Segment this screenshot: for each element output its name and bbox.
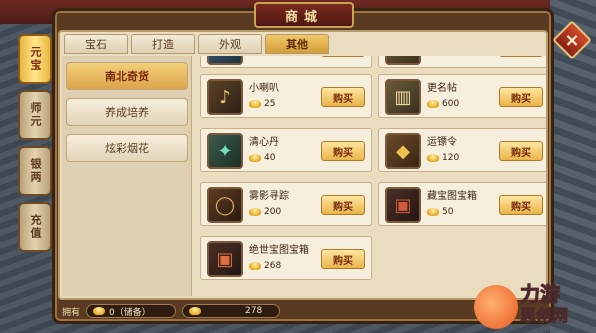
item-card: ▤ 购买 [378,56,546,68]
item-card: ▣ 藏宝图宝箱 50 购买 [378,182,546,226]
item-price: 120 [427,153,459,163]
scroll-icon: ✉ [207,56,243,65]
item-card: ▥ 更名帖 600 购买 [378,74,546,118]
tab-appearance[interactable]: 外观 [198,34,262,54]
gold-ingot-icon [427,154,439,162]
owned-value: 0（储备） [109,307,151,318]
side-tab-chongzhi[interactable]: 充值 [18,202,52,252]
owned-amount: 0（储备） [86,304,177,318]
ring-icon: ◯ [207,187,243,223]
shop-title: 商城 [254,2,354,28]
buy-button[interactable]: 购买 [499,141,543,161]
gold-ingot-icon [427,100,439,108]
item-card: ✉ 购买 [200,56,372,68]
item-name: 小喇叭 [249,83,279,94]
item-name: 运镖令 [427,137,457,148]
category-fireworks[interactable]: 炫彩烟花 [66,134,188,162]
buy-button[interactable]: 购买 [321,87,365,107]
rename-scroll-icon: ▥ [385,79,421,115]
item-card: ♪ 小喇叭 25 购买 [200,74,372,118]
category-cultivation[interactable]: 养成培养 [66,98,188,126]
horn-icon: ♪ [207,79,243,115]
item-price: 268 [249,261,281,271]
watermark: 力游 思创网 [474,279,594,331]
treasure-chest-icon: ▣ [207,241,243,277]
buy-button[interactable]: 购买 [499,87,543,107]
pill-icon: ✦ [207,133,243,169]
gold-ingot-icon [249,154,261,162]
item-name: 雾影寻踪 [249,191,289,202]
top-tabs: 宝石 打造 外观 其他 [64,34,329,54]
side-tab-yinliang[interactable]: 银两 [18,146,52,196]
item-price: 25 [249,99,275,109]
item-price: 600 [427,99,459,109]
buy-button[interactable]: 购买 [321,195,365,215]
buy-button[interactable]: 购买 [499,56,543,57]
item-card: ◆ 运镖令 120 购买 [378,128,546,172]
item-name: 藏宝图宝箱 [427,191,477,202]
tab-gems[interactable]: 宝石 [64,34,128,54]
buy-button[interactable]: 购买 [321,56,365,57]
buy-button[interactable]: 购买 [321,249,365,269]
tab-forge[interactable]: 打造 [131,34,195,54]
side-tabs: 元宝 师元 银两 充值 [18,34,52,252]
category-list: 南北奇货 养成培养 炫彩烟花 [66,62,188,162]
gold-ingot-icon [427,208,439,216]
buy-button[interactable]: 购买 [321,141,365,161]
owned-label: 拥有 [62,307,81,318]
item-price: 40 [249,153,275,163]
item-card: ✦ 清心丹 40 购买 [200,128,372,172]
side-tab-yuanbao[interactable]: 元宝 [18,34,52,84]
token-icon: ◆ [385,133,421,169]
gold-ingot-icon [93,307,106,315]
watermark-line2: 思创网 [519,306,569,326]
category-rare-goods[interactable]: 南北奇货 [66,62,188,90]
item-price: 50 [427,207,453,217]
gold-ingot-icon [189,307,202,315]
item-price: 200 [249,207,281,217]
item-card: ▣ 绝世宝图宝箱 268 购买 [200,236,372,280]
gold-ingot-icon [249,262,261,270]
item-name: 绝世宝图宝箱 [249,245,309,256]
item-name: 更名帖 [427,83,457,94]
gold-value: 278 [245,306,263,316]
gold-ingot-icon [249,100,261,108]
buy-button[interactable]: 购买 [499,195,543,215]
close-icon: × [564,29,580,51]
item-name: 清心丹 [249,137,279,148]
chest-icon: ▣ [385,187,421,223]
item-grid: ✉ 购买 ▤ 购买 ♪ 小喇叭 25 购买 ▥ 更名帖 600 购买 ✦ 清心丹… [196,56,546,296]
tab-other[interactable]: 其他 [265,34,329,54]
side-tab-shiyuan[interactable]: 师元 [18,90,52,140]
gold-amount: 278 [182,304,281,318]
mascot-logo-icon [474,285,518,329]
item-card: ◯ 雾影寻踪 200 购买 [200,182,372,226]
watermark-line1: 力游 [520,282,561,306]
book-icon: ▤ [385,56,421,65]
gold-ingot-icon [249,208,261,216]
